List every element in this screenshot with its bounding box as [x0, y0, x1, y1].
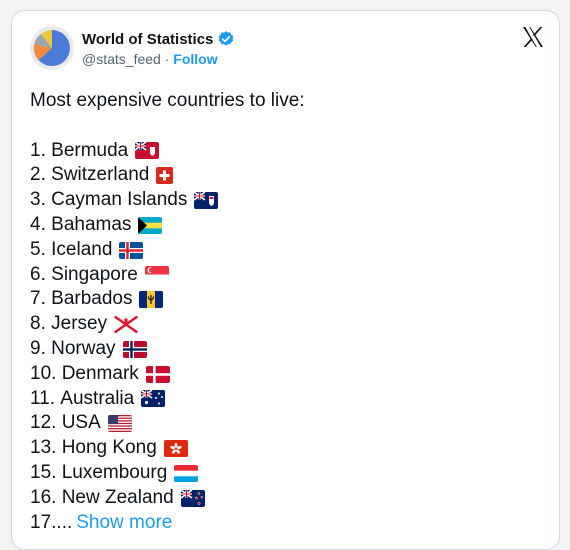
display-name[interactable]: World of Statistics	[82, 31, 213, 48]
tweet-intro: Most expensive countries to live:	[30, 90, 305, 111]
item-name: Australia	[60, 387, 135, 409]
denmark-flag-icon	[145, 365, 170, 383]
list-item: 10. Denmark	[30, 362, 305, 387]
item-rank: 2.	[30, 164, 46, 186]
new-zealand-flag-icon	[180, 489, 205, 507]
switzerland-flag-icon	[156, 167, 174, 185]
list-item: 13. Hong Kong	[30, 436, 305, 461]
item-name: New Zealand	[61, 486, 174, 508]
item-rank: 9.	[30, 337, 46, 359]
usa-flag-icon	[107, 415, 132, 433]
item-rank: 4.	[30, 213, 46, 235]
item-rank: 11.	[30, 387, 56, 409]
item-rank: 16.	[30, 486, 57, 508]
list-item: 2. Switzerland	[30, 163, 305, 188]
item-rank: 5.	[30, 238, 46, 260]
x-logo-icon[interactable]	[521, 25, 545, 54]
jersey-flag-icon	[114, 316, 139, 334]
avatar[interactable]	[30, 26, 74, 70]
iceland-flag-icon	[119, 241, 144, 259]
list-item: 6. Singapore	[30, 263, 305, 288]
list-item: 11. Australia	[30, 387, 305, 412]
item-name: Iceland	[51, 238, 113, 260]
list-item: 12. USA	[30, 411, 305, 436]
list-item: 15. Luxembourg	[30, 461, 305, 486]
list-item: 8. Jersey	[30, 312, 305, 337]
list-item: 3. Cayman Islands	[30, 188, 305, 213]
item-name: Cayman Islands	[51, 189, 188, 211]
item-rank: 13.	[30, 437, 57, 459]
item-name: Denmark	[61, 362, 139, 384]
luxembourg-flag-icon	[174, 464, 199, 482]
cayman-islands-flag-icon	[194, 192, 219, 210]
item-rank: 15.	[30, 461, 57, 483]
item-name: Norway	[51, 337, 116, 359]
item-rank: 7.	[30, 288, 46, 310]
list-item: 16. New Zealand	[30, 486, 305, 511]
item-rank: 3.	[30, 189, 46, 211]
handle-row: @stats_feed · Follow	[82, 51, 218, 67]
list-item: 7. Barbados	[30, 287, 305, 312]
australia-flag-icon	[141, 390, 166, 408]
handle[interactable]: @stats_feed	[82, 51, 161, 67]
item-rank: 12.	[30, 412, 57, 434]
follow-button[interactable]: Follow	[173, 51, 217, 67]
hong-kong-flag-icon	[163, 440, 188, 458]
singapore-flag-icon	[144, 266, 169, 284]
truncated-rank: 17....	[30, 511, 73, 533]
item-name: Hong Kong	[61, 437, 157, 459]
list-item: 4. Bahamas	[30, 213, 305, 238]
item-name: Barbados	[51, 288, 133, 310]
item-name: Jersey	[51, 313, 108, 335]
item-rank: 6.	[30, 263, 46, 285]
item-name: Luxembourg	[61, 461, 168, 483]
barbados-flag-icon	[139, 291, 164, 309]
show-more-link[interactable]: Show more	[76, 511, 172, 536]
item-name: Singapore	[51, 263, 138, 285]
item-name: USA	[61, 412, 101, 434]
separator: ·	[160, 51, 174, 67]
list-item: 9. Norway	[30, 337, 305, 362]
norway-flag-icon	[122, 340, 147, 358]
tweet-card[interactable]: World of Statistics @stats_feed · Follow…	[11, 10, 560, 550]
tweet-text: Most expensive countries to live: 1. Ber…	[30, 89, 305, 535]
list-item: 17.... Show more	[30, 511, 305, 536]
item-name: Bahamas	[51, 213, 132, 235]
display-name-row: World of Statistics	[82, 30, 235, 48]
list-item: 1. Bermuda	[30, 139, 305, 164]
item-rank: 1.	[30, 139, 46, 161]
bermuda-flag-icon	[135, 142, 160, 160]
verified-badge-icon	[217, 30, 235, 48]
item-name: Bermuda	[51, 139, 129, 161]
item-rank: 8.	[30, 313, 46, 335]
item-rank: 10.	[30, 362, 57, 384]
bahamas-flag-icon	[138, 216, 163, 234]
item-name: Switzerland	[51, 164, 150, 186]
pie-chart-icon	[30, 26, 74, 70]
list-item: 5. Iceland	[30, 238, 305, 263]
